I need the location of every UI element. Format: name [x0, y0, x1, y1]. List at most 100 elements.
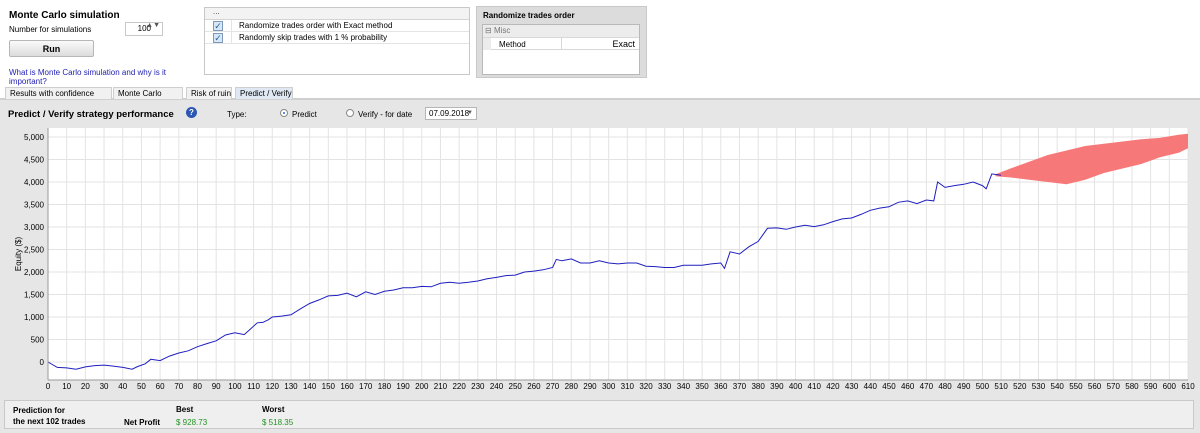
options-grid-header: ...	[205, 7, 469, 20]
x-tick-labels: 0 10 20 30 40 50 60 70 80 90 100 110 120 130 140 150 160…	[46, 382, 1195, 391]
x-tick-label: 610	[1181, 382, 1195, 391]
plot-area	[48, 128, 1188, 380]
x-tick-label: 270	[546, 382, 560, 391]
x-tick-label: 10	[62, 382, 71, 391]
x-tick-label: 340	[677, 382, 691, 391]
randomize-trades-order-panel: Randomize trades order ⊟ Misc Method Exa…	[476, 6, 647, 78]
prediction-label-line1: Prediction for	[13, 406, 66, 415]
x-tick-label: 0	[46, 382, 51, 391]
x-tick-label: 380	[751, 382, 765, 391]
x-tick-label: 230	[471, 382, 485, 391]
tab-risk-of-ruin[interactable]: Risk of ruin	[186, 87, 232, 99]
x-tick-label: 360	[714, 382, 728, 391]
y-tick-label: 2,500	[24, 246, 45, 255]
worst-header: Worst	[262, 405, 285, 414]
x-tick-label: 410	[808, 382, 822, 391]
x-tick-label: 200	[415, 382, 429, 391]
property-category-misc[interactable]: ⊟ Misc	[483, 25, 639, 37]
x-tick-label: 530	[1032, 382, 1046, 391]
monte-carlo-title: Monte Carlo simulation	[9, 10, 120, 21]
option-row-randomize[interactable]: ✓ Randomize trades order with Exact meth…	[205, 20, 469, 32]
x-tick-label: 440	[864, 382, 878, 391]
randomize-option-label: Randomize trades order with Exact method	[239, 21, 393, 30]
property-value-method[interactable]: Exact	[612, 39, 635, 49]
options-grid-header-dots[interactable]: ...	[213, 7, 220, 16]
x-tick-label: 260	[527, 382, 541, 391]
y-axis-label: Equity ($)	[14, 237, 23, 272]
y-tick-labels: 0 500 1,000 1,500 2,000 2,500 3,000 3,500 4,000 4…	[24, 133, 45, 367]
skip-trades-option-label: Randomly skip trades with 1 % probabilit…	[239, 33, 388, 42]
x-tick-label: 180	[378, 382, 392, 391]
x-tick-label: 120	[266, 382, 280, 391]
x-tick-label: 550	[1069, 382, 1083, 391]
randomize-trades-order-title: Randomize trades order	[483, 11, 575, 20]
property-grid: ⊟ Misc Method Exact	[482, 24, 640, 75]
y-tick-label: 1,500	[24, 291, 45, 300]
prediction-label-line2: the next 102 trades	[13, 417, 86, 426]
x-tick-label: 330	[658, 382, 672, 391]
spin-arrows-icon[interactable]: ▲▼	[146, 22, 160, 29]
x-tick-label: 210	[434, 382, 448, 391]
tab-results-confidence[interactable]: Results with confidence levels	[5, 87, 112, 109]
collapse-icon[interactable]: ⊟	[485, 26, 492, 35]
x-tick-label: 130	[284, 382, 298, 391]
x-tick-label: 300	[602, 382, 616, 391]
option-row-skip[interactable]: ✓ Randomly skip trades with 1 % probabil…	[205, 32, 469, 44]
y-tick-label: 2,000	[24, 268, 45, 277]
x-tick-label: 390	[770, 382, 784, 391]
options-column-divider	[231, 20, 232, 44]
results-tabs: Results with confidence levels Monte Car…	[0, 86, 1200, 109]
x-tick-label: 600	[1163, 382, 1177, 391]
property-category-label: Misc	[493, 26, 511, 35]
prediction-summary: Prediction for the next 102 trades Best …	[0, 398, 1200, 433]
x-tick-label: 470	[920, 382, 934, 391]
x-tick-label: 500	[976, 382, 990, 391]
x-tick-label: 430	[845, 382, 859, 391]
x-tick-label: 160	[340, 382, 354, 391]
x-tick-label: 420	[826, 382, 840, 391]
tab-predict-verify[interactable]: Predict / Verify	[235, 87, 293, 99]
x-tick-label: 150	[322, 382, 336, 391]
net-profit-label: Net Profit	[124, 418, 160, 427]
x-tick-label: 220	[452, 382, 466, 391]
x-tick-label: 310	[621, 382, 635, 391]
tab-monte-carlo-chart[interactable]: Monte Carlo Chart	[113, 87, 183, 109]
monte-carlo-settings-panel: Monte Carlo simulation Number for simula…	[0, 0, 200, 86]
x-tick-label: 240	[490, 382, 504, 391]
y-tick-label: 3,500	[24, 201, 45, 210]
x-tick-label: 100	[228, 382, 242, 391]
x-tick-label: 250	[509, 382, 523, 391]
x-tick-label: 580	[1125, 382, 1139, 391]
y-tick-label: 500	[31, 336, 45, 345]
x-tick-label: 30	[100, 382, 109, 391]
x-tick-label: 290	[583, 382, 597, 391]
simulations-count-stepper[interactable]: 100 ▲▼	[125, 22, 163, 36]
x-tick-label: 370	[733, 382, 747, 391]
x-tick-label: 590	[1144, 382, 1158, 391]
y-tick-label: 4,500	[24, 156, 45, 165]
property-row-method[interactable]: Method Exact	[483, 37, 639, 50]
randomize-checkbox[interactable]: ✓	[213, 21, 223, 31]
x-tick-label: 80	[193, 382, 202, 391]
equity-chart: 0 10 20 30 40 50 60 70 80 90 100 110 120 130 140 150 160…	[14, 128, 1195, 391]
y-tick-label: 1,000	[24, 313, 45, 322]
run-button[interactable]: Run	[9, 40, 94, 57]
x-tick-label: 170	[359, 382, 373, 391]
x-tick-label: 460	[901, 382, 915, 391]
simulation-options-grid: ... ✓ Randomize trades order with Exact …	[204, 7, 470, 75]
y-tick-label: 5,000	[24, 133, 45, 142]
x-tick-label: 480	[938, 382, 952, 391]
monte-carlo-help-link[interactable]: What is Monte Carlo simulation and why i…	[9, 68, 200, 86]
x-tick-label: 190	[396, 382, 410, 391]
property-row-indent	[483, 38, 491, 50]
x-tick-label: 40	[118, 382, 127, 391]
x-tick-label: 60	[156, 382, 165, 391]
x-tick-label: 90	[212, 382, 221, 391]
property-divider	[561, 38, 562, 50]
x-tick-label: 570	[1107, 382, 1121, 391]
skip-trades-checkbox[interactable]: ✓	[213, 33, 223, 43]
predict-verify-panel: Predict / Verify strategy performance ? …	[0, 99, 1200, 398]
x-tick-label: 400	[789, 382, 803, 391]
x-tick-label: 560	[1088, 382, 1102, 391]
prediction-summary-box: Prediction for the next 102 trades Best …	[4, 400, 1194, 429]
